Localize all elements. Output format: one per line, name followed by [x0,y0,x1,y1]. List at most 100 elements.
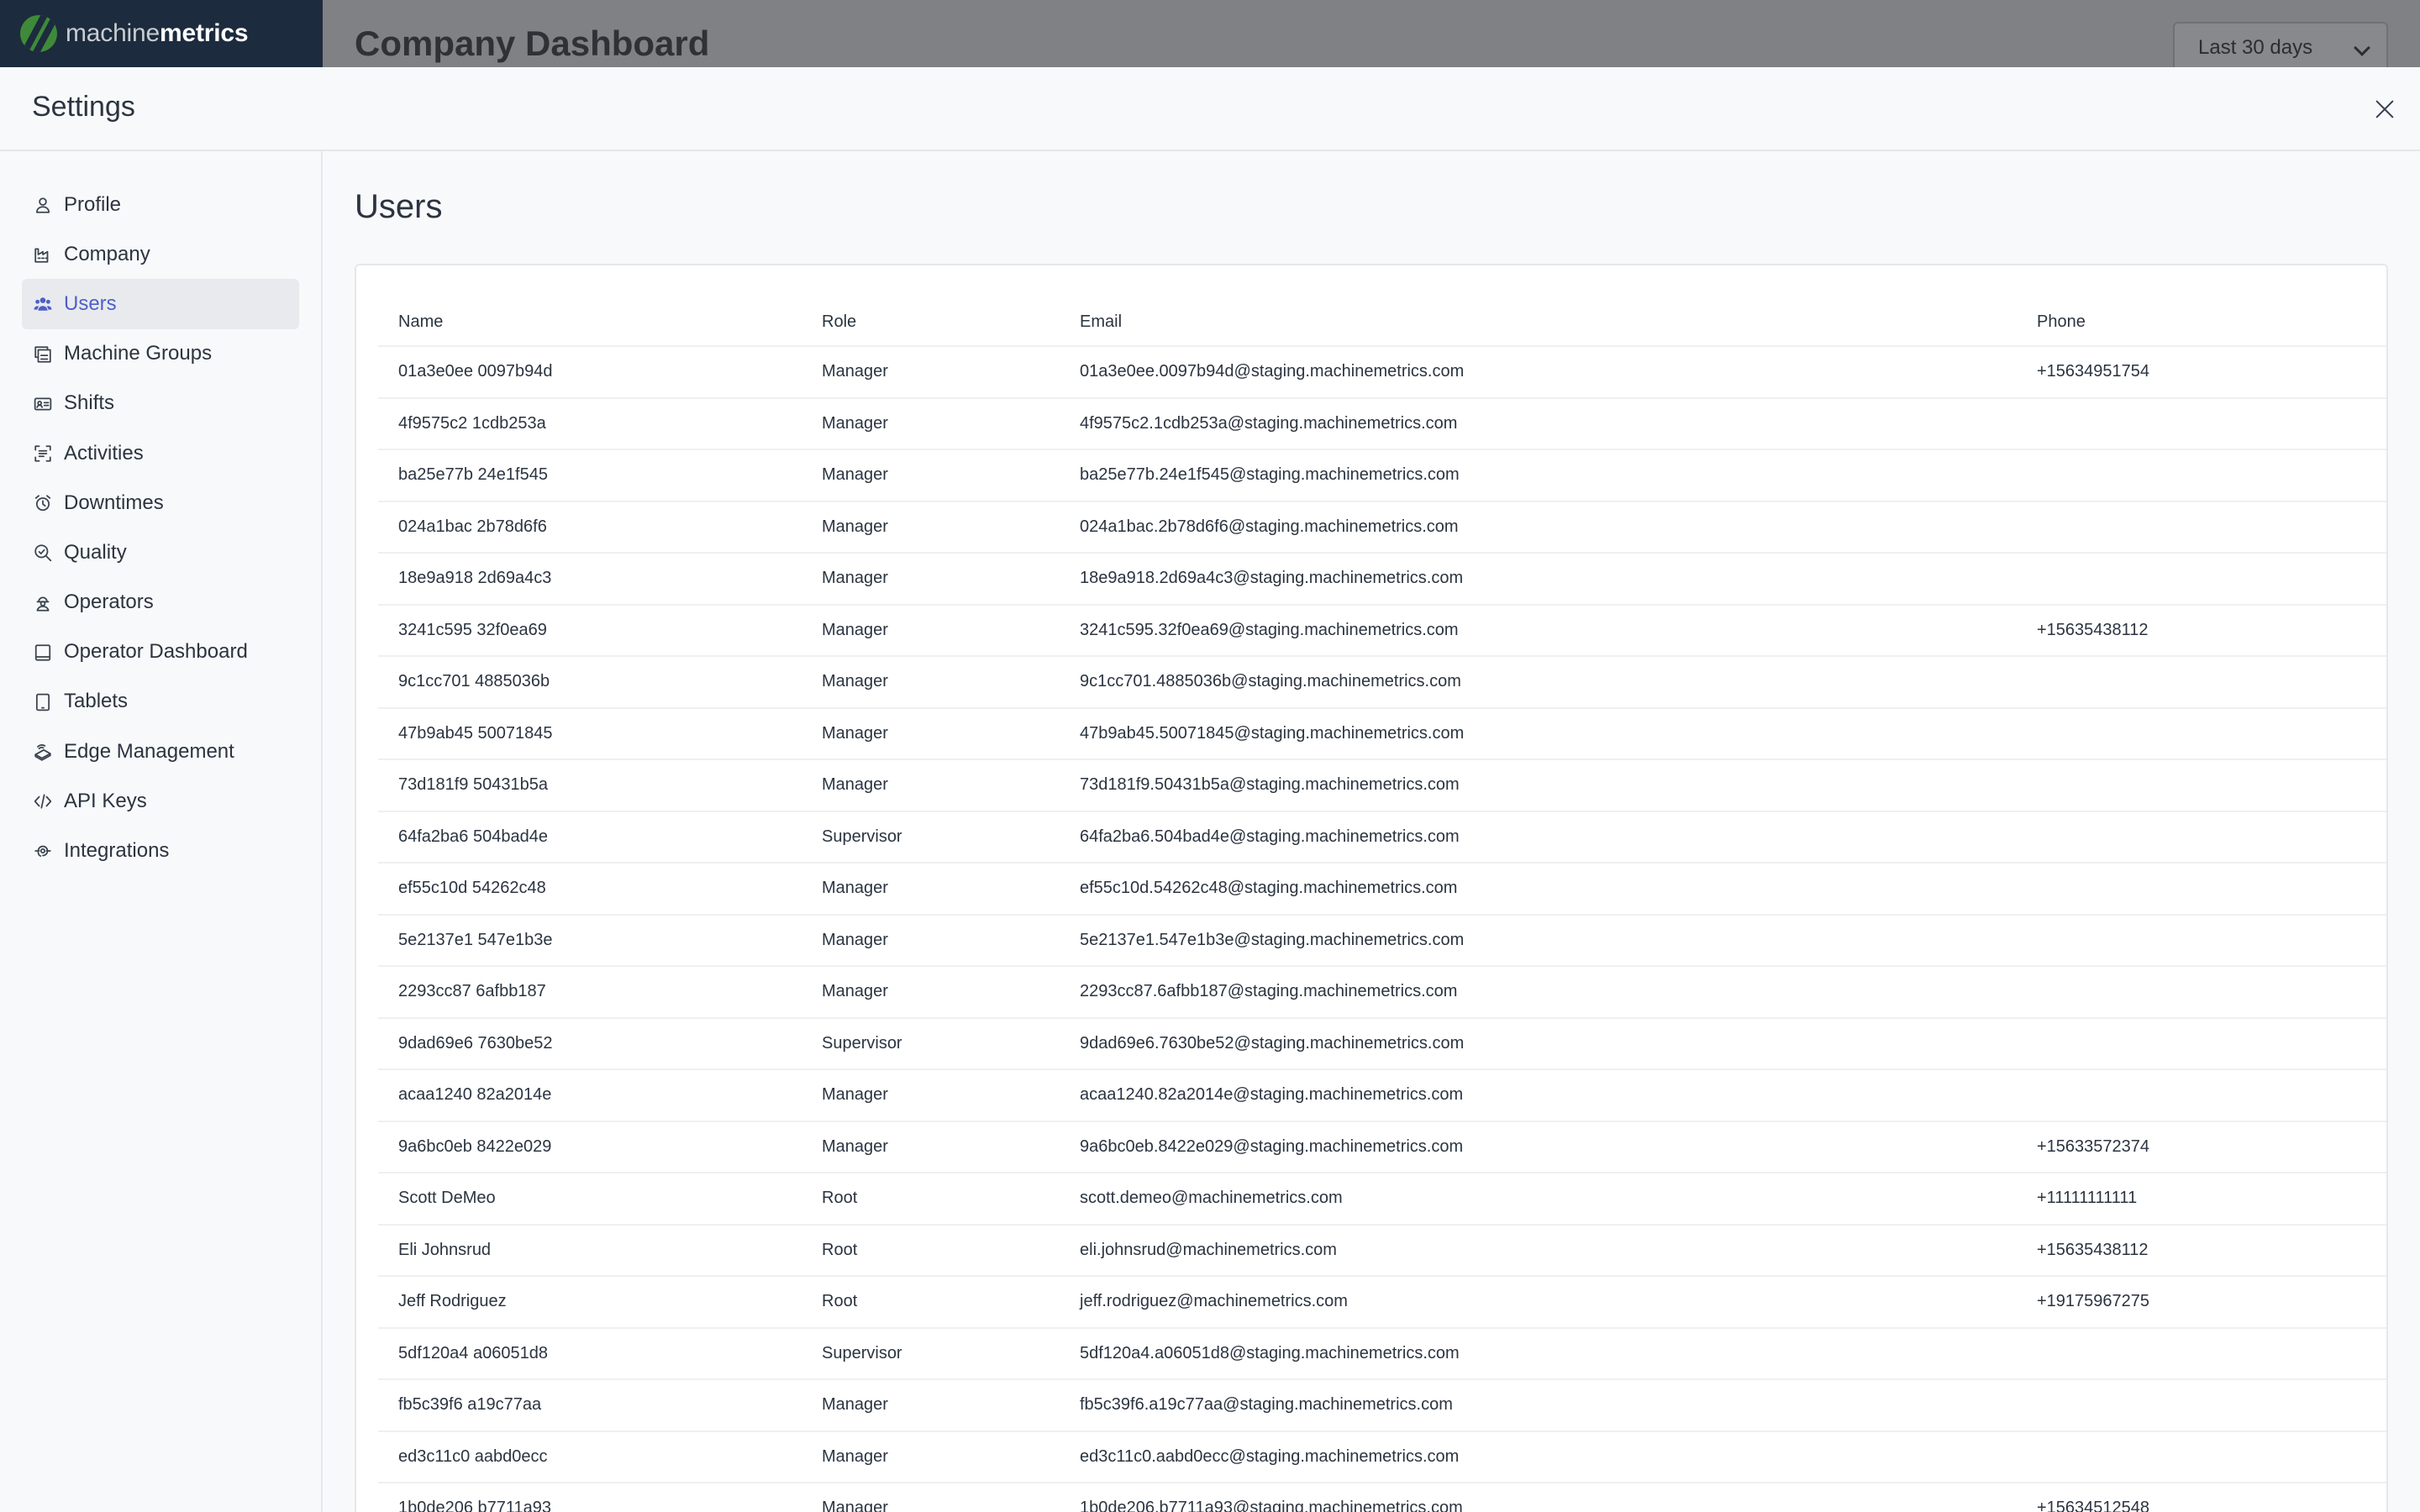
table-row[interactable]: 4f9575c2 1cdb253a Manager 4f9575c2.1cdb253… [378,397,2386,450]
table-row[interactable]: 1b0de206 b7711a93 Manager 1b0de206.b7711a9… [378,1483,2386,1512]
user-email-cell: fb5c39f6.a19c77aa@staging.machinemetrics… [1060,1379,2017,1432]
user-name-cell: 18e9a918 2d69a4c3 [378,553,802,606]
table-row[interactable]: 73d181f9 50431b5a Manager 73d181f9.50431b5… [378,759,2386,812]
user-role-cell: Manager [802,501,1060,554]
user-phone-cell [2017,1017,2386,1070]
user-phone-cell [2017,759,2386,812]
user-email-cell: 9a6bc0eb.8422e029@staging.machinemetrics… [1060,1121,2017,1173]
table-row[interactable]: 18e9a918 2d69a4c3 Manager 18e9a918.2d69a4c… [378,553,2386,606]
table-row[interactable]: Scott DeMeo Root scott.demeo@machinemetric… [378,1173,2386,1226]
table-row[interactable]: ef55c10d 54262c48 Manager ef55c10d.54262c4… [378,863,2386,916]
table-row[interactable]: ed3c11c0 aabd0ecc Manager ed3c11c0.aabd0ec… [378,1431,2386,1483]
sidebar-item-users[interactable]: Users [22,279,299,329]
table-row[interactable]: 2293cc87 6afbb187 Manager 2293cc87.6afbb18… [378,966,2386,1019]
sidebar-item-operators[interactable]: Operators [22,578,299,627]
user-role-cell: Manager [802,914,1060,967]
table-row[interactable]: 64fa2ba6 504bad4e Supervisor 64fa2ba6.504b… [378,811,2386,864]
page-title: Users [355,188,443,225]
table-row[interactable]: Eli Johnsrud Root eli.johnsrud@machinemetr… [378,1224,2386,1277]
activities-icon [34,444,52,463]
magnifier-icon [34,543,52,562]
sidebar-item-downtimes[interactable]: Downtimes [22,478,299,528]
table-row[interactable]: 9c1cc701 4885036b Manager 9c1cc701.4885036… [378,656,2386,709]
table-row[interactable]: fb5c39f6 a19c77aa Manager fb5c39f6.a19c77a… [378,1379,2386,1432]
code-icon [34,792,52,811]
table-header-row: Name Role Email Phone [378,299,2386,347]
table-row[interactable]: 47b9ab45 50071845 Manager 47b9ab45.5007184… [378,707,2386,760]
sidebar-item-integrations[interactable]: Integrations [22,826,299,875]
user-email-cell: 1b0de206.b7711a93@staging.machinemetrics… [1060,1483,2017,1512]
user-phone-cell [2017,1379,2386,1432]
user-email-cell: 9c1cc701.4885036b@staging.machinemetrics… [1060,656,2017,709]
table-row[interactable]: 9dad69e6 7630be52 Supervisor 9dad69e6.7630… [378,1017,2386,1070]
sidebar-item-label: API Keys [64,789,147,812]
table-row[interactable]: 9a6bc0eb 8422e029 Manager 9a6bc0eb.8422e02… [378,1121,2386,1173]
sidebar-item-quality[interactable]: Quality [22,528,299,577]
sidebar-item-label: Company [64,242,150,265]
settings-sidebar: Profile Company Users Machine Groups Shifts A… [0,151,323,1512]
user-name-cell: 47b9ab45 50071845 [378,707,802,760]
edge-device-icon [34,743,52,761]
user-email-cell: 9dad69e6.7630be52@staging.machinemetrics… [1060,1017,2017,1070]
column-header-email[interactable]: Email [1060,299,2017,347]
column-header-name[interactable]: Name [378,299,802,347]
user-email-cell: jeff.rodriguez@machinemetrics.com [1060,1276,2017,1329]
user-name-cell: 2293cc87 6afbb187 [378,966,802,1019]
user-role-cell: Manager [802,1431,1060,1483]
user-role-cell: Root [802,1173,1060,1226]
sidebar-item-profile[interactable]: Profile [22,180,299,229]
users-table-card: Name Role Email Phone 01a3e0ee 0097b94d M… [355,264,2388,1512]
sidebar-item-machine-groups[interactable]: Machine Groups [22,329,299,379]
sidebar-item-activities[interactable]: Activities [22,428,299,478]
user-phone-cell: +15633572374 [2017,1121,2386,1173]
table-row[interactable]: 01a3e0ee 0097b94d Manager 01a3e0ee.0097b94… [378,346,2386,399]
operator-icon [34,594,52,612]
person-icon [34,196,52,214]
user-email-cell: 5df120a4.a06051d8@staging.machinemetrics… [1060,1327,2017,1380]
sidebar-item-tablets[interactable]: Tablets [22,677,299,727]
table-row[interactable]: 5df120a4 a06051d8 Supervisor 5df120a4.a060… [378,1327,2386,1380]
user-name-cell: 73d181f9 50431b5a [378,759,802,812]
users-panel: Users Name Role Email Phone 01a3e0ee 009… [323,151,2420,1512]
user-phone-cell [2017,1069,2386,1122]
sidebar-item-operator-dashboard[interactable]: Operator Dashboard [22,627,299,677]
sidebar-item-label: Operators [64,591,154,614]
brand-logo[interactable]: machinemetrics [0,0,323,67]
user-role-cell: Supervisor [802,811,1060,864]
user-email-cell: 18e9a918.2d69a4c3@staging.machinemetrics… [1060,553,2017,606]
close-icon[interactable] [2368,92,2402,126]
sidebar-item-company[interactable]: Company [22,229,299,279]
user-email-cell: 4f9575c2.1cdb253a@staging.machinemetrics… [1060,397,2017,450]
table-row[interactable]: 024a1bac 2b78d6f6 Manager 024a1bac.2b78d6f… [378,501,2386,554]
sidebar-item-label: Edge Management [64,739,234,763]
table-row[interactable]: acaa1240 82a2014e Manager acaa1240.82a2014… [378,1069,2386,1122]
user-name-cell: 4f9575c2 1cdb253a [378,397,802,450]
user-role-cell: Root [802,1224,1060,1277]
sidebar-item-label: Machine Groups [64,342,213,365]
user-name-cell: ef55c10d 54262c48 [378,863,802,916]
sidebar-item-edge-management[interactable]: Edge Management [22,727,299,776]
user-name-cell: ed3c11c0 aabd0ecc [378,1431,802,1483]
user-role-cell: Manager [802,449,1060,502]
user-role-cell: Root [802,1276,1060,1329]
user-role-cell: Manager [802,707,1060,760]
user-email-cell: scott.demeo@machinemetrics.com [1060,1173,2017,1226]
user-role-cell: Supervisor [802,1327,1060,1380]
users-table: Name Role Email Phone 01a3e0ee 0097b94d M… [378,299,2386,1512]
table-row[interactable]: ba25e77b 24e1f545 Manager ba25e77b.24e1f54… [378,449,2386,502]
table-row[interactable]: Jeff Rodriguez Root jeff.rodriguez@machine… [378,1276,2386,1329]
alarm-clock-icon [34,494,52,512]
sidebar-item-api-keys[interactable]: API Keys [22,776,299,826]
user-email-cell: 3241c595.32f0ea69@staging.machinemetrics… [1060,604,2017,657]
date-range-select[interactable]: Last 30 days [2173,22,2388,74]
user-email-cell: 73d181f9.50431b5a@staging.machinemetrics… [1060,759,2017,812]
user-name-cell: 1b0de206 b7711a93 [378,1483,802,1512]
user-name-cell: 024a1bac 2b78d6f6 [378,501,802,554]
column-header-phone[interactable]: Phone [2017,299,2386,347]
sidebar-item-shifts[interactable]: Shifts [22,379,299,428]
table-row[interactable]: 3241c595 32f0ea69 Manager 3241c595.32f0ea6… [378,604,2386,657]
user-phone-cell: +11111111111 [2017,1173,2386,1226]
user-email-cell: eli.johnsrud@machinemetrics.com [1060,1224,2017,1277]
column-header-role[interactable]: Role [802,299,1060,347]
table-row[interactable]: 5e2137e1 547e1b3e Manager 5e2137e1.547e1b3… [378,914,2386,967]
